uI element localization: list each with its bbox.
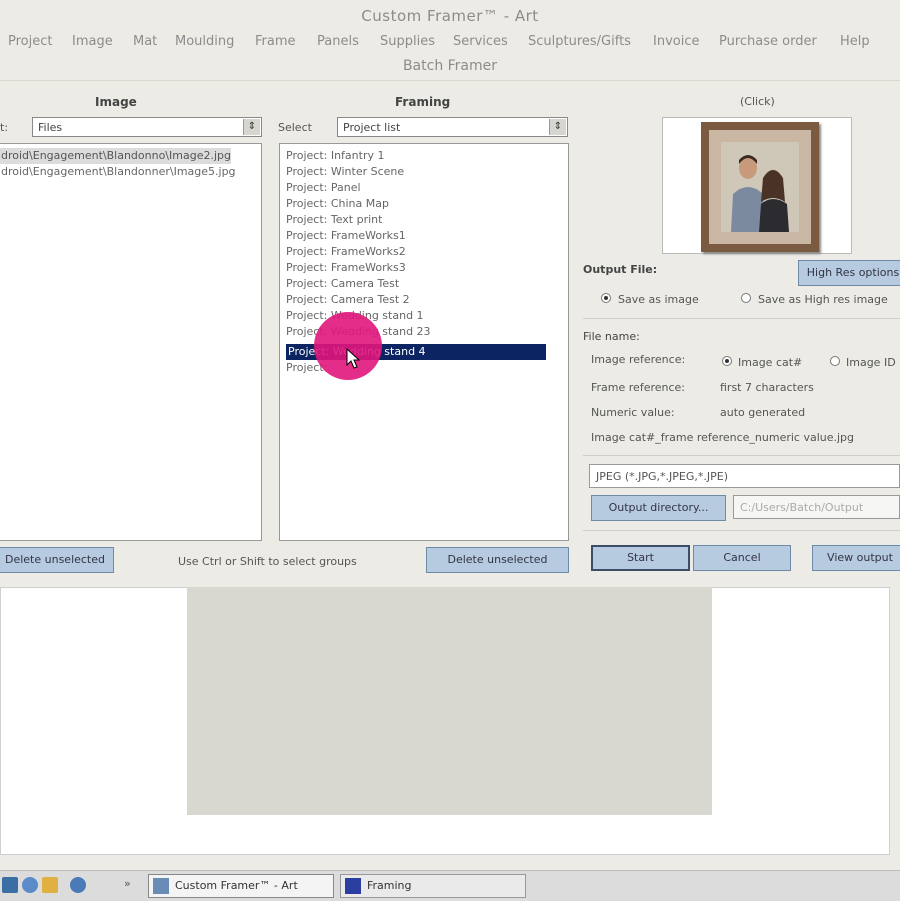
list-item[interactable]: Project: FrameWorks1 (286, 228, 406, 244)
preview-photo (721, 142, 799, 232)
file-type-field[interactable]: JPEG (*.JPG,*.JPEG,*.JPE) (589, 464, 900, 488)
frame-reference-label: Frame reference: (591, 381, 685, 394)
list-item[interactable]: Project: Infantry 1 (286, 148, 384, 164)
taskbar-item-custom-framer[interactable]: Custom Framer™ - Art (148, 874, 334, 898)
framing-delete-unselected-button[interactable]: Delete unselected (426, 547, 569, 573)
image-id-label: Image ID (846, 356, 896, 369)
menu-services[interactable]: Services (453, 34, 508, 49)
framing-select-label: Select (278, 121, 312, 134)
list-item[interactable]: Project: Panel (286, 180, 361, 196)
image-reference-label: Image reference: (591, 353, 686, 366)
framing-select-value: Project list (343, 121, 401, 134)
mouse-pointer-icon (346, 348, 361, 369)
framing-header: Framing (395, 95, 451, 109)
frame-mat (709, 130, 811, 244)
list-item[interactable]: Project: Camera Test 2 (286, 292, 410, 308)
menu-help[interactable]: Help (840, 34, 870, 49)
chevron-down-icon[interactable]: ⇕ (549, 119, 566, 135)
frame-preview[interactable] (662, 117, 852, 254)
divider (583, 318, 900, 319)
app-icon (153, 878, 169, 894)
menu-supplies[interactable]: Supplies (380, 34, 435, 49)
cancel-button[interactable]: Cancel (693, 545, 791, 571)
image-file-list[interactable]: droid\Engagement\Blandonno\Image2.jpg dr… (0, 143, 262, 541)
divider (583, 455, 900, 456)
window-title: Custom Framer™ - Art (361, 7, 539, 25)
start-button[interactable]: Start (591, 545, 690, 571)
chevron-down-icon[interactable]: ⇕ (243, 119, 260, 135)
chevron-right-icon[interactable]: » (124, 877, 131, 890)
list-item[interactable]: droid\Engagement\Blandonner\Image5.jpg (0, 164, 236, 180)
list-item[interactable]: Project: FrameWorks2 (286, 244, 406, 260)
menu-image[interactable]: Image (72, 34, 113, 49)
save-as-high-res-radio[interactable] (741, 293, 751, 303)
image-select-label: t: (0, 121, 9, 134)
list-item[interactable]: Project: Camera Test (286, 276, 399, 292)
image-cat-label: Image cat# (738, 356, 803, 369)
image-header: Image (95, 95, 137, 109)
media-icon[interactable] (70, 877, 86, 893)
save-as-image-radio[interactable] (601, 293, 611, 303)
show-desktop-icon[interactable] (2, 877, 18, 893)
image-id-radio[interactable] (830, 356, 840, 366)
file-name-pattern: Image cat#_frame reference_numeric value… (591, 431, 855, 444)
menu-purchase-order[interactable]: Purchase order (719, 34, 817, 49)
image-select-combo[interactable]: Files ⇕ (32, 117, 262, 137)
browser-icon[interactable] (22, 877, 38, 893)
menu-invoice[interactable]: Invoice (653, 34, 699, 49)
canvas-area (187, 587, 712, 815)
title-bar: Custom Framer™ - Art (0, 0, 900, 30)
numeric-value-label: Numeric value: (591, 406, 675, 419)
menu-sculptures-gifts[interactable]: Sculptures/Gifts (528, 34, 631, 49)
image-delete-unselected-button[interactable]: Delete unselected (0, 547, 114, 573)
menu-moulding[interactable]: Moulding (175, 34, 234, 49)
list-item[interactable]: Project: Winter Scene (286, 164, 404, 180)
image-cat-radio[interactable] (722, 356, 732, 366)
view-output-button[interactable]: View output (812, 545, 900, 571)
file-name-header: File name: (583, 330, 640, 343)
output-file-header: Output File: (583, 263, 658, 276)
list-item[interactable]: droid\Engagement\Blandonno\Image2.jpg (0, 148, 231, 164)
save-as-high-res-label: Save as High res image (758, 293, 888, 306)
app-icon (345, 878, 361, 894)
taskbar-item-label: Framing (367, 879, 412, 892)
folder-icon[interactable] (42, 877, 58, 893)
dialog-title: Batch Framer (402, 58, 498, 74)
list-item[interactable]: Project: Text print (286, 212, 382, 228)
menu-frame[interactable]: Frame (255, 34, 296, 49)
list-item[interactable]: Project: China Map (286, 196, 389, 212)
photo-image (721, 142, 799, 232)
menu-bar: Project Image Mat Moulding Frame Panels … (0, 30, 900, 54)
image-select-value: Files (38, 121, 63, 134)
taskbar-item-label: Custom Framer™ - Art (175, 879, 298, 892)
framing-select-combo[interactable]: Project list ⇕ (337, 117, 568, 137)
menu-project[interactable]: Project (8, 34, 52, 49)
menu-mat[interactable]: Mat (133, 34, 157, 49)
preview-header: (Click) (740, 95, 775, 108)
selection-hint: Use Ctrl or Shift to select groups (178, 555, 357, 568)
output-directory-field[interactable]: C:/Users/Batch/Output (733, 495, 900, 519)
list-item[interactable]: Project: FrameWorks3 (286, 260, 406, 276)
high-res-options-button[interactable]: High Res options (798, 260, 900, 286)
output-directory-button[interactable]: Output directory... (591, 495, 726, 521)
numeric-value-value: auto generated (720, 406, 806, 419)
menu-panels[interactable]: Panels (317, 34, 359, 49)
frame-moulding (701, 122, 819, 252)
save-as-image-label: Save as image (618, 293, 699, 306)
taskbar-item-framing[interactable]: Framing (340, 874, 526, 898)
frame-reference-value: first 7 characters (720, 381, 814, 394)
divider (583, 530, 900, 531)
taskbar: » Custom Framer™ - Art Framing (0, 870, 900, 901)
